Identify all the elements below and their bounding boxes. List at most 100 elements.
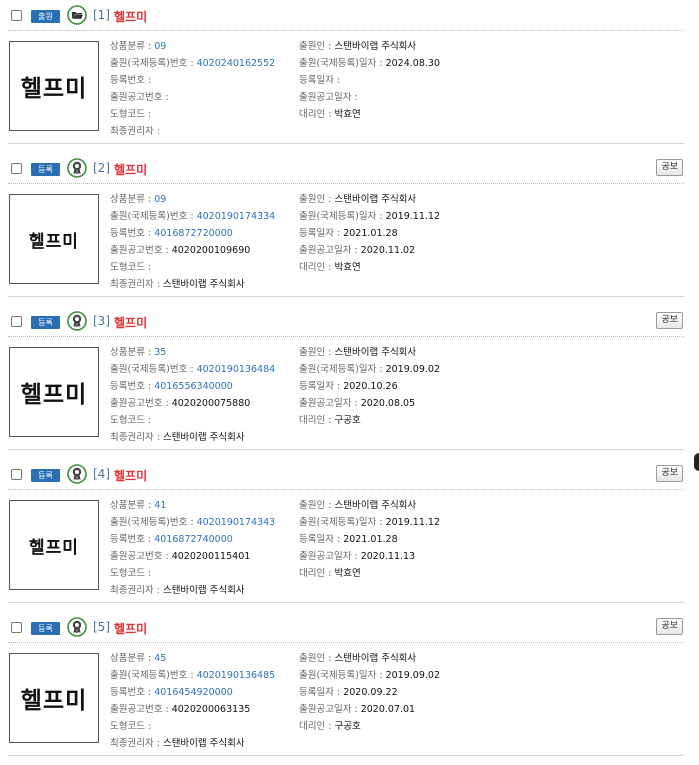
trademark-image[interactable]: 헬프미 [9, 41, 99, 131]
registered-seal-icon [67, 311, 87, 331]
select-checkbox[interactable] [11, 622, 22, 633]
result-header: 출원 [1] 헬프미 공보 [0, 0, 699, 34]
pub-date-value: 2020.11.02 [360, 245, 416, 256]
gazette-button[interactable]: 공보 [656, 312, 683, 329]
gazette-button[interactable]: 공보 [656, 618, 683, 635]
trademark-title-link[interactable]: 헬프미 [114, 467, 147, 484]
field-applicant: 출원인 : 스탠바이랩 주식회사 [299, 347, 417, 358]
pub-date-value: 2020.07.01 [360, 704, 416, 715]
field-reg-date: 등록일자 : 2020.09.22 [299, 687, 398, 698]
field-pub-no: 출원공고번호 : 4020200115401 [110, 551, 251, 562]
final-holder-value: 스탠바이랩 주식회사 [162, 585, 245, 596]
app-no-link[interactable]: 4020190136485 [197, 670, 276, 681]
pub-date-value: 2020.08.05 [360, 398, 416, 409]
field-app-date: 출원(국제등록)일자 : 2019.11.12 [299, 517, 440, 528]
app-no-link[interactable]: 4020190136484 [197, 364, 276, 375]
reg-no-link[interactable]: 4016872740000 [154, 534, 233, 545]
field-agent: 대리인 : 구공호 [299, 721, 361, 732]
field-agent: 대리인 : 박효연 [299, 109, 361, 120]
select-checkbox[interactable] [11, 10, 22, 21]
trademark-image-text: 헬프미 [20, 76, 88, 102]
result-fields: 상품분류 : 45 출원인 : 스탠바이랩 주식회사 출원(국제등록)번호 : … [110, 650, 690, 752]
field-app-no: 출원(국제등록)번호 : 4020190136484 [110, 364, 276, 375]
result-number: [2] [93, 161, 110, 175]
registered-seal-icon [67, 158, 87, 178]
final-holder-value: 스탠바이랩 주식회사 [162, 432, 245, 443]
field-applicant: 출원인 : 스탠바이랩 주식회사 [299, 500, 417, 511]
floating-scroll-handle[interactable] [694, 453, 699, 471]
field-class: 상품분류 : 35 [110, 347, 167, 358]
trademark-title-link[interactable]: 헬프미 [114, 8, 147, 25]
result-item: 등록 [5] 헬프미 공보 헬프미 상품분류 : 45 출원인 : 스탠바이랩 … [0, 612, 699, 765]
trademark-title-link[interactable]: 헬프미 [114, 161, 147, 178]
status-badge: 출원 [31, 10, 60, 23]
class-value: 45 [154, 653, 167, 664]
trademark-image[interactable]: 헬프미 [9, 194, 99, 284]
field-design-code: 도형코드 : [110, 721, 152, 732]
field-app-no: 출원(국제등록)번호 : 4020240162552 [110, 58, 276, 69]
field-app-date: 출원(국제등록)일자 : 2019.09.02 [299, 364, 440, 375]
field-pub-no: 출원공고번호 : 4020200075880 [110, 398, 251, 409]
field-pub-date: 출원공고일자 : [299, 92, 358, 103]
trademark-image[interactable]: 헬프미 [9, 347, 99, 437]
field-reg-date: 등록일자 : 2021.01.28 [299, 228, 398, 239]
registered-seal-icon [67, 464, 87, 484]
field-final-holder: 최종권리자 : 스탠바이랩 주식회사 [110, 585, 245, 596]
header-separator [8, 183, 684, 184]
select-checkbox[interactable] [11, 316, 22, 327]
field-pub-date: 출원공고일자 : 2020.11.02 [299, 245, 416, 256]
app-no-link[interactable]: 4020240162552 [197, 58, 276, 69]
reg-no-link[interactable]: 4016872720000 [154, 228, 233, 239]
field-app-no: 출원(국제등록)번호 : 4020190136485 [110, 670, 276, 681]
select-checkbox[interactable] [11, 163, 22, 174]
result-header: 등록 [4] 헬프미 공보 [0, 459, 699, 493]
trademark-title-link[interactable]: 헬프미 [114, 314, 147, 331]
pub-no-value: 4020200115401 [171, 551, 251, 562]
result-header: 등록 [3] 헬프미 공보 [0, 306, 699, 340]
applicant-value: 스탠바이랩 주식회사 [334, 194, 417, 205]
field-pub-date: 출원공고일자 : 2020.11.13 [299, 551, 416, 562]
app-no-link[interactable]: 4020190174334 [197, 211, 276, 222]
trademark-image-text: 헬프미 [29, 231, 79, 252]
trademark-image[interactable]: 헬프미 [9, 653, 99, 743]
field-design-code: 도형코드 : [110, 262, 152, 273]
header-separator [8, 489, 684, 490]
trademark-title-link[interactable]: 헬프미 [114, 620, 147, 637]
select-checkbox[interactable] [11, 469, 22, 480]
header-separator [8, 30, 684, 31]
final-holder-value: 스탠바이랩 주식회사 [162, 738, 245, 749]
class-value: 41 [154, 500, 167, 511]
field-reg-no: 등록번호 : 4016454920000 [110, 687, 233, 698]
gazette-button[interactable]: 공보 [656, 159, 683, 176]
app-no-link[interactable]: 4020190174343 [197, 517, 276, 528]
field-app-date: 출원(국제등록)일자 : 2019.11.12 [299, 211, 440, 222]
trademark-image[interactable]: 헬프미 [9, 500, 99, 590]
final-holder-value: 스탠바이랩 주식회사 [162, 279, 245, 290]
result-item: 등록 [3] 헬프미 공보 헬프미 상품분류 : 35 출원인 : 스탠바이랩 … [0, 306, 699, 459]
result-fields: 상품분류 : 35 출원인 : 스탠바이랩 주식회사 출원(국제등록)번호 : … [110, 344, 690, 446]
field-reg-no: 등록번호 : 4016556340000 [110, 381, 233, 392]
reg-no-link[interactable]: 4016556340000 [154, 381, 233, 392]
field-reg-date: 등록일자 : 2021.01.28 [299, 534, 398, 545]
pub-date-value: 2020.11.13 [360, 551, 416, 562]
item-divider [8, 296, 684, 297]
field-pub-date: 출원공고일자 : 2020.07.01 [299, 704, 416, 715]
result-number: [3] [93, 314, 110, 328]
trademark-image-text: 헬프미 [20, 688, 88, 714]
field-class: 상품분류 : 41 [110, 500, 167, 511]
trademark-image-text: 헬프미 [20, 382, 88, 408]
status-badge: 등록 [31, 316, 60, 329]
header-separator [8, 642, 684, 643]
reg-date-value: 2020.10.26 [343, 381, 398, 392]
reg-no-link[interactable]: 4016454920000 [154, 687, 233, 698]
field-reg-no: 등록번호 : 4016872740000 [110, 534, 233, 545]
field-design-code: 도형코드 : [110, 568, 152, 579]
applicant-value: 스탠바이랩 주식회사 [334, 500, 417, 511]
field-reg-no: 등록번호 : 4016872720000 [110, 228, 233, 239]
status-badge: 등록 [31, 622, 60, 635]
result-fields: 상품분류 : 09 출원인 : 스탠바이랩 주식회사 출원(국제등록)번호 : … [110, 38, 690, 140]
app-date-value: 2024.08.30 [385, 58, 440, 69]
field-reg-no: 등록번호 : [110, 75, 152, 86]
gazette-button[interactable]: 공보 [656, 465, 683, 482]
item-divider [8, 143, 684, 144]
